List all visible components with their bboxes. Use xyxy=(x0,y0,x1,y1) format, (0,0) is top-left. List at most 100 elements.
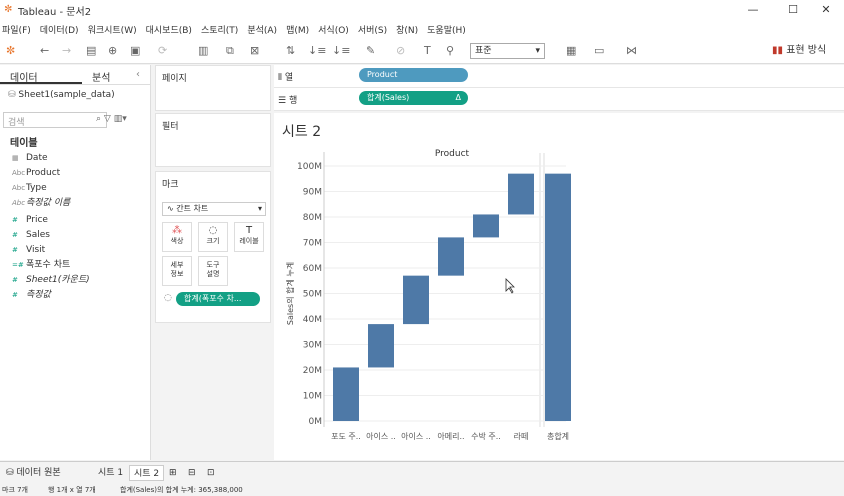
menu-item[interactable]: 스토리(T) xyxy=(201,23,238,36)
close-button[interactable]: ✕ xyxy=(808,0,844,20)
filters-card-title: 필터 xyxy=(162,122,179,132)
x-tick-label: 라떼 xyxy=(514,431,529,441)
calc-number-icon: =# xyxy=(12,261,24,269)
chevron-down-icon: ▾ xyxy=(535,46,540,56)
undo-icon[interactable]: ← xyxy=(40,43,49,59)
menu-item[interactable]: 파일(F) xyxy=(2,23,31,36)
bar xyxy=(473,214,499,238)
marks-card-title: 마크 xyxy=(162,180,179,190)
table-calc-delta-icon: Δ xyxy=(455,93,461,102)
new-dashboard-tab-icon[interactable]: ⊟ xyxy=(184,465,200,481)
rows-shelf[interactable]: ☰ 행 합계(Sales) Δ xyxy=(274,88,844,111)
rows-pill[interactable]: 합계(Sales) Δ xyxy=(359,91,468,105)
tab-sheet-2[interactable]: 시트 2 xyxy=(129,465,165,481)
field-item[interactable]: # Visit xyxy=(12,243,45,257)
tab-data[interactable]: 데이터 xyxy=(0,65,82,84)
new-datasource-icon[interactable]: ⊕ xyxy=(108,43,117,59)
field-item[interactable]: # Sales xyxy=(12,228,50,242)
field-item[interactable]: AbcType xyxy=(12,181,47,195)
mark-type-select[interactable]: ∿ 간트 차트 ▾ xyxy=(162,202,266,216)
field-item[interactable]: # Price xyxy=(12,213,48,227)
size-icon: ◌ xyxy=(208,225,218,236)
group-icon[interactable]: ⊘ xyxy=(396,43,405,59)
datasource-tab-label: 데이터 원본 xyxy=(16,468,61,478)
show-cards-icon[interactable]: ▦ xyxy=(566,43,576,59)
columns-shelf[interactable]: ⦀ 열 Product xyxy=(274,65,844,88)
menu-item[interactable]: 대시보드(B) xyxy=(146,23,192,36)
y-tick-label: 100M xyxy=(297,162,322,172)
tooltip-button[interactable]: 도구 설명 xyxy=(198,256,228,286)
clear-sheet-icon[interactable]: ⊠ xyxy=(250,43,259,59)
search-filter-icons[interactable]: ⌕ ▽ ▥▾ xyxy=(96,114,127,124)
cards-area: 페이지 필터 마크 ∿ 간트 차트 ▾ ⁂ 색상 ◌ 크기 T 레이블 세부 정보 도구… xyxy=(152,65,273,460)
menu-item[interactable]: 데이터(D) xyxy=(40,23,79,36)
menu-item[interactable]: 워크시트(W) xyxy=(88,23,137,36)
columns-label-text: 열 xyxy=(284,73,294,83)
pause-updates-icon[interactable]: ▣ xyxy=(130,43,140,59)
field-item[interactable]: # 측정값 xyxy=(12,288,51,302)
columns-pill[interactable]: Product xyxy=(359,68,468,82)
field-item[interactable]: AbcProduct xyxy=(12,166,60,180)
swap-icon[interactable]: ⇅ xyxy=(286,43,295,59)
pages-card-title: 페이지 xyxy=(162,74,187,84)
redo-icon[interactable]: → xyxy=(62,43,71,59)
y-tick-label: 70M xyxy=(303,239,322,249)
maximize-button[interactable]: ☐ xyxy=(775,0,811,20)
tab-sheet-1[interactable]: 시트 1 xyxy=(94,465,127,481)
datasource-tab[interactable]: ⛁ 데이터 원본 xyxy=(2,465,65,481)
show-me-button[interactable]: ▮▮ 표현 방식 xyxy=(772,43,826,59)
pin-icon[interactable]: ⚲ xyxy=(446,43,454,59)
share-icon[interactable]: ⋈ xyxy=(626,43,637,59)
new-worksheet-tab-icon[interactable]: ⊞ xyxy=(165,465,181,481)
labels-icon[interactable]: T xyxy=(424,43,431,59)
bar xyxy=(438,237,464,276)
new-story-tab-icon[interactable]: ⊡ xyxy=(203,465,219,481)
color-button[interactable]: ⁂ 색상 xyxy=(162,222,192,252)
presentation-icon[interactable]: ▭ xyxy=(594,43,604,59)
menu-item[interactable]: 서식(O) xyxy=(318,23,349,36)
collapse-pane-icon[interactable]: ‹ xyxy=(134,65,142,84)
field-item[interactable]: Abc측정값 이름 xyxy=(12,196,70,210)
menu-item[interactable]: 맵(M) xyxy=(286,23,309,36)
toolbar: ✼ ← → ▤ ⊕ ▣ ⟳ ▥ ⧉ ⊠ ⇅ ↓≡ ↓≡ ✎ ⊘ T ⚲ 표준 ▾ … xyxy=(0,38,844,64)
minimize-button[interactable]: — xyxy=(735,0,771,20)
fit-select[interactable]: 표준 ▾ xyxy=(470,43,545,59)
pages-card[interactable]: 페이지 xyxy=(155,65,271,111)
shelves: ⦀ 열 Product ☰ 행 합계(Sales) Δ xyxy=(274,65,844,111)
y-tick-label: 60M xyxy=(303,264,322,274)
detail-button[interactable]: 세부 정보 xyxy=(162,256,192,286)
mark-size-pill[interactable]: 합계(폭포수 차... xyxy=(176,292,260,306)
color-label: 색상 xyxy=(170,237,184,245)
number-icon: # xyxy=(12,291,18,299)
filters-card[interactable]: 필터 xyxy=(155,113,271,167)
y-tick-label: 80M xyxy=(303,213,322,223)
field-item[interactable]: ▦ Date xyxy=(12,151,48,165)
menu-item[interactable]: 도움말(H) xyxy=(427,23,466,36)
new-worksheet-icon[interactable]: ▥ xyxy=(198,43,208,59)
size-button[interactable]: ◌ 크기 xyxy=(198,222,228,252)
menu-item[interactable]: 서버(S) xyxy=(358,23,387,36)
view-options-icon: ▥▾ xyxy=(113,114,127,124)
field-search-input[interactable]: 검색 xyxy=(3,112,107,128)
highlight-icon[interactable]: ✎ xyxy=(366,43,375,59)
number-icon: # xyxy=(12,276,18,284)
datasource-item[interactable]: ⛁ Sheet1(sample_data) xyxy=(0,85,150,105)
label-button[interactable]: T 레이블 xyxy=(234,222,264,252)
color-icon: ⁂ xyxy=(172,225,182,236)
field-item[interactable]: =# 폭포수 차트 xyxy=(12,258,70,272)
bar xyxy=(333,367,359,421)
save-icon[interactable]: ▤ xyxy=(86,43,96,59)
filter-icon: ▽ xyxy=(103,114,111,124)
menu-item[interactable]: 창(N) xyxy=(396,23,418,36)
sort-ascending-icon[interactable]: ↓≡ xyxy=(308,43,326,59)
y-tick-label: 10M xyxy=(303,392,322,402)
refresh-icon[interactable]: ⟳ xyxy=(158,43,167,59)
duplicate-sheet-icon[interactable]: ⧉ xyxy=(226,43,234,59)
tab-analysis[interactable]: 분석 xyxy=(82,65,134,84)
sort-descending-icon[interactable]: ↓≡ xyxy=(332,43,350,59)
field-name: Sheet1(카운트) xyxy=(26,275,90,285)
tableau-home-icon[interactable]: ✼ xyxy=(6,43,15,59)
menu-item[interactable]: 분석(A) xyxy=(247,23,277,36)
y-tick-label: 40M xyxy=(303,315,322,325)
field-item[interactable]: # Sheet1(카운트) xyxy=(12,273,90,287)
